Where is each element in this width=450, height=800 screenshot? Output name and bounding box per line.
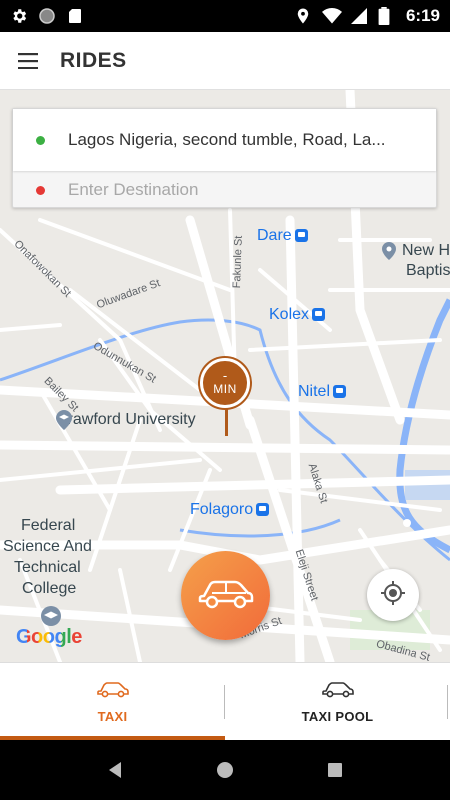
place-label: Technical xyxy=(14,559,81,576)
recents-icon[interactable] xyxy=(315,750,355,790)
screen: 6:19 RIDES Onafowokan St Oluwadare St Fa… xyxy=(0,0,450,800)
street-label: Fakunle St xyxy=(231,235,245,289)
status-bar: 6:19 xyxy=(0,0,450,32)
place-label: College xyxy=(22,580,77,597)
battery-icon xyxy=(378,7,396,26)
my-location-icon xyxy=(380,580,406,611)
pin-stem xyxy=(224,408,228,436)
place-label: Kolex xyxy=(269,306,326,324)
destination-dot xyxy=(36,185,45,195)
pickup-pin[interactable]: - MIN xyxy=(200,358,252,436)
google-logo: Google xyxy=(16,626,82,648)
ride-type-tabs: TAXI TAXI POOL xyxy=(0,662,450,741)
location-icon xyxy=(294,7,312,25)
back-icon[interactable] xyxy=(95,750,135,790)
app-bar: RIDES xyxy=(0,32,450,90)
tab-taxi-label: TAXI xyxy=(97,709,128,724)
place-label: Crawford University xyxy=(56,410,220,430)
bus-stop-icon xyxy=(256,503,270,517)
settings-icon xyxy=(10,7,28,25)
signal-icon xyxy=(350,7,368,25)
bus-stop-icon xyxy=(294,229,308,243)
place-label: Science And xyxy=(3,538,92,555)
car-icon xyxy=(198,576,254,615)
request-ride-button[interactable] xyxy=(181,551,270,640)
tab-taxi[interactable]: TAXI xyxy=(0,663,225,741)
hamburger-menu-icon[interactable] xyxy=(0,32,56,90)
my-location-button[interactable] xyxy=(367,569,419,621)
sd-card-icon xyxy=(66,7,84,25)
pickup-dot xyxy=(36,135,45,145)
route-search-card: Lagos Nigeria, second tumble, Road, La..… xyxy=(12,108,437,208)
system-nav-bar xyxy=(0,740,450,800)
circle-icon xyxy=(38,7,56,25)
place-label: Nitel xyxy=(298,383,347,401)
school-icon xyxy=(40,605,62,627)
bus-stop-icon xyxy=(333,385,347,399)
car-outline-icon xyxy=(321,680,354,703)
car-outline-icon xyxy=(96,680,129,703)
eta-bubble: - MIN xyxy=(200,358,250,408)
destination-input[interactable] xyxy=(68,180,408,200)
place-label: Folagoro xyxy=(190,501,270,519)
bus-stop-icon xyxy=(312,308,326,322)
place-label: Federal xyxy=(21,517,76,534)
pickup-row[interactable]: Lagos Nigeria, second tumble, Road, La..… xyxy=(13,109,436,171)
status-time: 6:19 xyxy=(405,6,440,25)
wifi-icon xyxy=(321,7,342,25)
landmark-pin-icon xyxy=(382,242,396,260)
page-title: RIDES xyxy=(60,48,127,72)
tab-taxi-pool-label: TAXI POOL xyxy=(301,709,374,724)
destination-row[interactable] xyxy=(13,171,436,209)
home-icon[interactable] xyxy=(205,750,245,790)
eta-unit: MIN xyxy=(213,382,237,396)
place-label: Baptis xyxy=(406,262,450,279)
place-label: Dare xyxy=(257,227,308,245)
tab-taxi-pool[interactable]: TAXI POOL xyxy=(225,663,450,741)
tab-divider xyxy=(224,685,225,719)
tab-divider xyxy=(447,685,448,719)
pickup-location[interactable]: Lagos Nigeria, second tumble, Road, La..… xyxy=(68,130,386,150)
eta-value: - xyxy=(222,368,228,383)
place-label: New H xyxy=(382,242,450,260)
